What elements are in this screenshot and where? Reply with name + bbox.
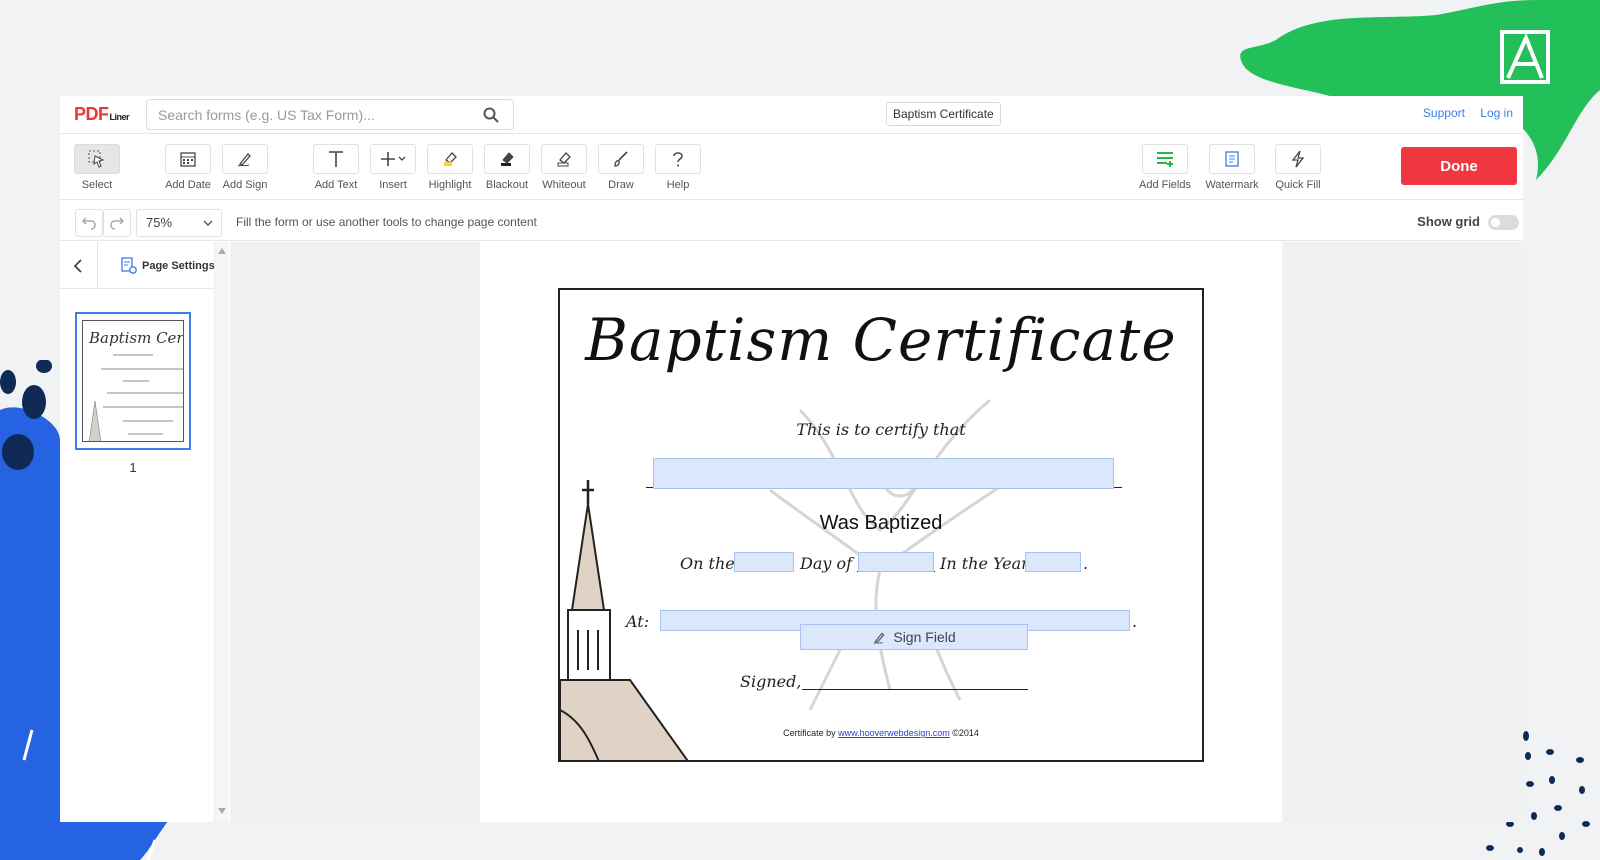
search-box — [146, 99, 514, 130]
add-fields-button[interactable]: Add Fields — [1137, 144, 1193, 191]
add-date-button[interactable]: Add Date — [160, 144, 216, 191]
secondary-toolbar: 75% Fill the form or use another tools t… — [60, 201, 1523, 241]
month-field[interactable] — [858, 552, 934, 572]
page-settings-icon — [121, 257, 137, 274]
scroll-down-icon[interactable] — [218, 808, 226, 814]
baptism-certificate: Baptism Certificate This is to certify t… — [558, 288, 1204, 762]
show-grid-toggle[interactable] — [1488, 215, 1519, 230]
certificate-credit: Certificate by www.hooverwebdesign.com ©… — [783, 728, 979, 738]
highlighter-icon — [444, 152, 457, 166]
highlight-button[interactable]: Highlight — [422, 144, 478, 191]
page-thumbnail[interactable]: Baptism Certific — [75, 312, 191, 450]
pdfliner-logo[interactable]: PDFLiner — [74, 104, 130, 125]
redo-button[interactable] — [103, 209, 131, 237]
credit-link[interactable]: www.hooverwebdesign.com — [838, 728, 950, 738]
was-baptized-text: Was Baptized — [819, 512, 943, 534]
page-number: 1 — [129, 460, 137, 475]
year-field[interactable] — [1025, 552, 1081, 572]
login-link[interactable]: Log in — [1480, 106, 1513, 120]
name-field[interactable] — [653, 458, 1114, 489]
pdf-editor-window: PDFLiner Baptism Certificate Support Log… — [60, 96, 1523, 822]
watermark-button[interactable]: Watermark — [1204, 144, 1260, 191]
thumbnail-preview: Baptism Certific — [82, 320, 184, 442]
fields-icon — [1157, 152, 1173, 167]
question-icon — [673, 152, 683, 167]
scroll-up-icon[interactable] — [218, 248, 226, 254]
blackout-icon — [501, 152, 514, 166]
main-toolbar: Select Add Date Add Sign Add Text Insert… — [60, 135, 1523, 200]
undo-button[interactable] — [75, 209, 103, 237]
top-bar: PDFLiner Baptism Certificate Support Log… — [60, 96, 1523, 134]
support-link[interactable]: Support — [1423, 106, 1465, 120]
day-of-label: Day of — [800, 554, 853, 573]
collapse-sidebar-button[interactable] — [66, 254, 90, 278]
sidebar-header: Page Settings — [60, 242, 228, 289]
search-input[interactable] — [147, 100, 467, 129]
thumbnail-certificate-preview: Baptism Certific — [88, 329, 184, 441]
top-links: Support Log in — [1411, 106, 1513, 120]
instruction-text: Fill the form or use another tools to ch… — [236, 215, 537, 229]
plus-icon — [381, 152, 406, 166]
undo-icon — [81, 217, 96, 230]
add-text-button[interactable]: Add Text — [308, 144, 364, 191]
done-button[interactable]: Done — [1401, 147, 1517, 185]
draw-button[interactable]: Draw — [593, 144, 649, 191]
brush-icon — [614, 151, 628, 167]
lightning-icon — [1291, 150, 1305, 168]
document-title[interactable]: Baptism Certificate — [886, 102, 1001, 126]
in-the-year-label: In the Year — [940, 554, 1029, 573]
at-label: At: — [626, 612, 650, 631]
add-sign-button[interactable]: Add Sign — [217, 144, 273, 191]
text-icon — [329, 151, 343, 167]
insert-button[interactable]: Insert — [365, 144, 421, 191]
eraser-icon — [557, 152, 571, 167]
quick-fill-button[interactable]: Quick Fill — [1270, 144, 1326, 191]
select-tool-button[interactable]: Select — [69, 144, 125, 191]
chevron-down-icon — [203, 220, 213, 226]
page-sidebar: Page Settings Baptism Certific 1 — [60, 242, 229, 822]
pen-sign-icon — [873, 631, 885, 644]
whiteout-button[interactable]: Whiteout — [536, 144, 592, 191]
cursor-select-icon — [88, 150, 105, 168]
help-button[interactable]: Help — [650, 144, 706, 191]
search-icon[interactable] — [483, 107, 499, 123]
sidebar-scrollbar[interactable] — [214, 242, 229, 822]
document-canvas: Baptism Certificate This is to certify t… — [230, 242, 1523, 822]
watermark-icon — [1225, 151, 1239, 167]
svg-text:Baptism Certific: Baptism Certific — [88, 329, 184, 347]
pen-sign-icon — [237, 153, 251, 167]
signature-line — [802, 689, 1028, 690]
blackout-button[interactable]: Blackout — [479, 144, 535, 191]
certificate-title: Baptism Certificate — [585, 306, 1177, 374]
page-settings-button[interactable]: Page Settings — [120, 257, 215, 275]
day-field[interactable] — [734, 552, 794, 572]
show-grid-label: Show grid — [1417, 214, 1480, 229]
on-the-label: On the — [680, 554, 735, 573]
document-page: Baptism Certificate This is to certify t… — [480, 242, 1282, 822]
chevron-left-icon — [73, 259, 82, 273]
zoom-select[interactable]: 75% — [136, 209, 222, 237]
redo-icon — [110, 217, 125, 230]
certify-text: This is to certify that — [796, 420, 966, 439]
sign-field[interactable]: Sign Field — [800, 624, 1028, 650]
signed-label: Signed, — [740, 672, 802, 691]
calendar-icon — [180, 152, 196, 167]
